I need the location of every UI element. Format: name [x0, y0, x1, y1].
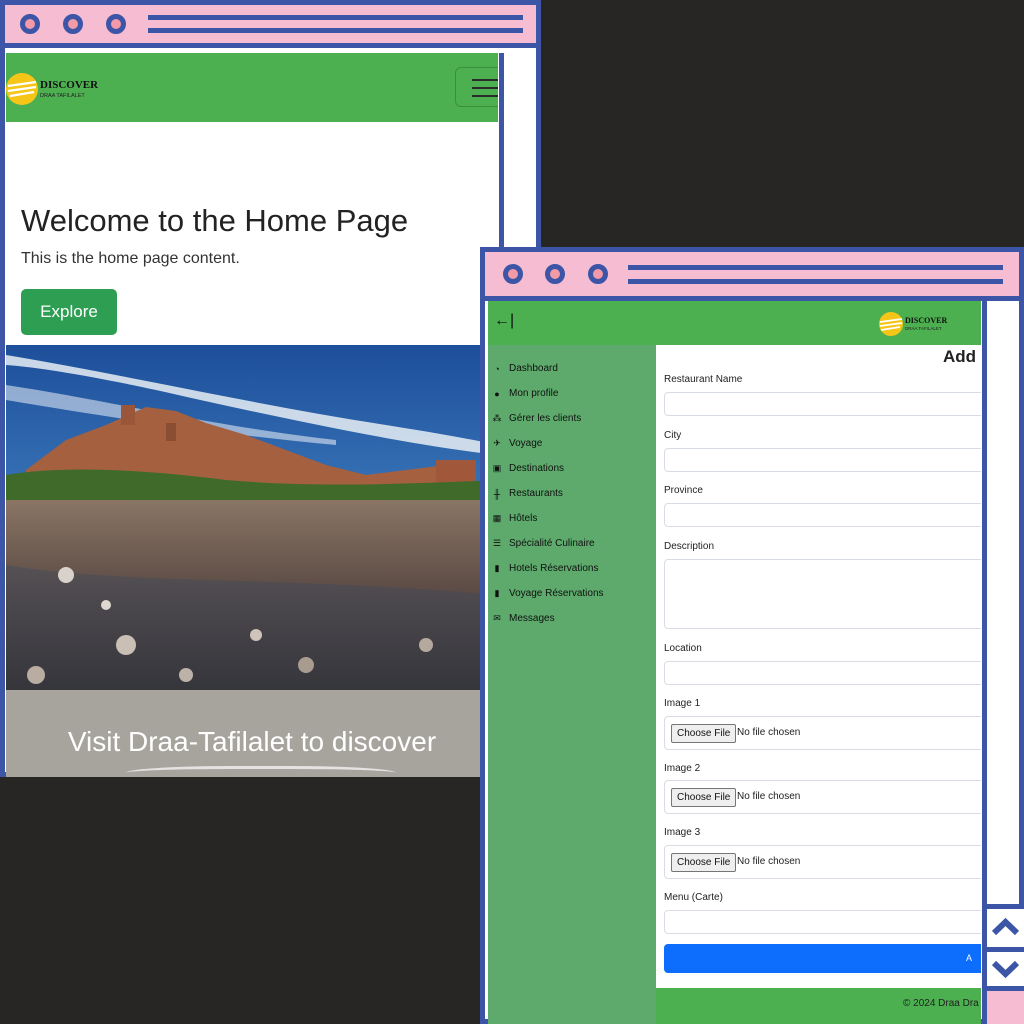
home-navbar: DISCOVER DRAA TAFILALET — [6, 53, 498, 122]
admin-page: ←| DISCOVER DRAA TAFILALET ◔ Dashboard ● M… — [488, 301, 981, 1024]
sidebar-item-destinations[interactable]: ▣ Destinations — [492, 463, 564, 474]
restaurant-name-label: Restaurant Name — [664, 374, 743, 385]
sidebar-item-gerer-clients[interactable]: ⁂ Gérer les clients — [492, 413, 582, 424]
description-label: Description — [664, 541, 715, 552]
hero-image — [6, 345, 498, 690]
envelope-icon: ✉ — [493, 613, 501, 623]
add-submit-button[interactable]: A — [664, 944, 981, 973]
book-icon: ▮ — [494, 563, 500, 573]
dashboard-icon: ◔ — [494, 363, 500, 374]
sidebar-item-specialite-culinaire[interactable]: ☰ Spécialité Culinaire — [492, 538, 595, 549]
svg-text:DRAA TAFILALET: DRAA TAFILALET — [905, 326, 942, 331]
image3-file-status: No file chosen — [737, 856, 801, 867]
image3-choose-file-button[interactable]: Choose File — [671, 853, 737, 872]
scroll-down-button[interactable] — [987, 952, 1024, 986]
svg-text:DISCOVER: DISCOVER — [905, 316, 947, 325]
sidebar-item-voyage[interactable]: ✈ Voyage — [492, 438, 542, 449]
svg-text:DISCOVER: DISCOVER — [40, 79, 99, 91]
explore-button[interactable]: Explore — [21, 289, 117, 335]
description-textarea[interactable] — [664, 559, 981, 629]
sidebar-item-mon-profile[interactable]: ● Mon profile — [492, 388, 558, 399]
titlebar-line — [148, 15, 523, 20]
image2-file-input[interactable]: Choose File No file chosen — [664, 780, 981, 814]
window-control-dot[interactable] — [106, 14, 126, 34]
window-control-dot[interactable] — [588, 264, 608, 284]
menu-label: Menu (Carte) — [664, 892, 723, 903]
home-browser-window: DISCOVER DRAA TAFILALET Welcome to the H… — [0, 0, 541, 777]
plane-icon: ✈ — [493, 438, 501, 448]
page-heading: Welcome to the Home Page — [21, 203, 409, 238]
sidebar-collapse-icon[interactable]: ←| — [494, 312, 514, 330]
add-submit-label: A — [965, 953, 972, 963]
hotel-icon: ▦ — [492, 513, 502, 523]
image2-label: Image 2 — [664, 763, 701, 774]
admin-sidebar: ◔ Dashboard ● Mon profile ⁂ Gérer les clien… — [488, 345, 656, 1024]
admin-browser-window: ←| DISCOVER DRAA TAFILALET ◔ Dashboard ● M… — [480, 247, 1024, 1024]
add-restaurant-form: Add Restaurant Name City Province Descri… — [656, 345, 981, 988]
sidebar-item-messages[interactable]: ✉ Messages — [492, 613, 554, 624]
hero-caption-text: Visit Draa-Tafilalet to discover — [67, 726, 437, 757]
home-window-titlebar — [5, 5, 536, 48]
page-title: Add — [943, 347, 977, 366]
window-control-dot[interactable] — [503, 264, 523, 284]
image3-label: Image 3 — [664, 827, 701, 838]
image2-file-status: No file chosen — [737, 791, 801, 802]
image1-label: Image 1 — [664, 698, 701, 709]
admin-footer: © 2024 Draa Dra — [656, 988, 981, 1024]
home-page: DISCOVER DRAA TAFILALET Welcome to the H… — [6, 53, 498, 777]
image1-file-status: No file chosen — [737, 727, 801, 738]
image3-file-input[interactable]: Choose File No file chosen — [664, 845, 981, 879]
province-input[interactable] — [664, 503, 981, 527]
scroll-up-button[interactable] — [987, 909, 1024, 947]
image2-choose-file-button[interactable]: Choose File — [671, 788, 737, 807]
titlebar-line — [628, 265, 1003, 270]
chevron-up-icon — [991, 917, 1020, 936]
user-icon: ● — [494, 388, 500, 399]
map-icon: ▣ — [492, 463, 502, 473]
sidebar-item-dashboard[interactable]: ◔ Dashboard — [492, 363, 558, 374]
admin-navbar: ←| DISCOVER DRAA TAFILALET — [488, 301, 981, 345]
sidebar-item-hotels[interactable]: ▦ Hôtels — [492, 513, 538, 524]
image1-choose-file-button[interactable]: Choose File — [671, 724, 737, 743]
sidebar-item-restaurants[interactable]: ╫ Restaurants — [492, 488, 563, 499]
brand-logo[interactable]: DISCOVER DRAA TAFILALET — [878, 311, 958, 342]
window-control-dot[interactable] — [545, 264, 565, 284]
footer-copyright: © 2024 Draa Dra — [903, 998, 979, 1009]
navbar-toggler-button[interactable] — [455, 67, 498, 107]
caption-overflow-text — [126, 766, 396, 777]
brand-logo[interactable]: DISCOVER DRAA TAFILALET — [6, 71, 116, 112]
book-icon: ▮ — [494, 588, 500, 598]
image1-file-input[interactable]: Choose File No file chosen — [664, 716, 981, 750]
titlebar-line — [628, 279, 1003, 284]
dish-icon: ☰ — [492, 538, 502, 548]
utensils-icon: ╫ — [493, 488, 501, 499]
users-icon: ⁂ — [492, 413, 502, 423]
restaurant-name-input[interactable] — [664, 392, 981, 416]
page-intro-text: This is the home page content. — [21, 250, 240, 267]
sidebar-item-voyage-reservations[interactable]: ▮ Voyage Réservations — [492, 588, 604, 599]
window-control-dot[interactable] — [63, 14, 83, 34]
location-input[interactable] — [664, 661, 981, 685]
hero-caption: Visit Draa-Tafilalet to discover — [6, 690, 498, 777]
menu-input[interactable] — [664, 910, 981, 934]
city-input[interactable] — [664, 448, 981, 472]
province-label: Province — [664, 485, 703, 496]
location-label: Location — [664, 643, 702, 654]
admin-window-titlebar — [485, 252, 1019, 301]
chevron-down-icon — [991, 960, 1020, 979]
city-label: City — [664, 430, 682, 441]
menu-icon — [472, 79, 498, 81]
window-control-dot[interactable] — [20, 14, 40, 34]
window-corner-block — [987, 991, 1024, 1024]
titlebar-line — [148, 28, 523, 33]
sidebar-item-hotels-reservations[interactable]: ▮ Hotels Réservations — [492, 563, 599, 574]
svg-text:DRAA TAFILALET: DRAA TAFILALET — [40, 93, 85, 99]
